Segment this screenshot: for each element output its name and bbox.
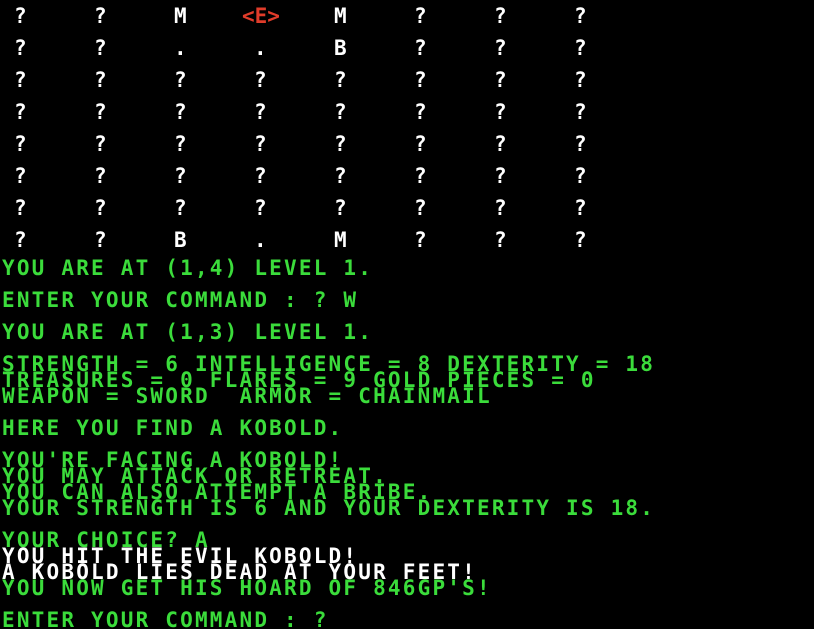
map-cell: ? [414, 196, 427, 220]
player-position-cell: <E> [242, 4, 280, 28]
map-cell: ? [334, 68, 347, 92]
map-cell: B [174, 228, 187, 252]
position-line: YOU ARE AT (1,3) LEVEL 1. [2, 320, 374, 344]
map-cell: ? [94, 228, 107, 252]
map-cell: ? [94, 196, 107, 220]
encounter-message: YOUR STRENGTH IS 6 AND YOUR DEXTERITY IS… [2, 496, 656, 520]
map-cell: ? [334, 100, 347, 124]
map-cell: ? [254, 68, 267, 92]
map-cell: ? [94, 4, 107, 28]
map-cell: ? [414, 132, 427, 156]
map-cell: ? [254, 164, 267, 188]
encounter-message: HERE YOU FIND A KOBOLD. [2, 416, 344, 440]
position-line: YOU ARE AT (1,4) LEVEL 1. [2, 256, 374, 280]
map-cell: ? [494, 36, 507, 60]
map-cell: ? [254, 132, 267, 156]
map-cell: ? [254, 100, 267, 124]
map-cell: ? [174, 100, 187, 124]
map-cell: ? [574, 36, 587, 60]
map-cell: M [174, 4, 187, 28]
map-cell: . [254, 36, 267, 60]
map-cell: ? [94, 100, 107, 124]
map-cell: ? [94, 68, 107, 92]
map-cell: ? [414, 4, 427, 28]
map-cell: ? [574, 196, 587, 220]
map-cell: ? [334, 132, 347, 156]
map-cell: ? [494, 132, 507, 156]
map-cell: ? [334, 196, 347, 220]
map-cell: ? [174, 132, 187, 156]
command-input[interactable]: ENTER YOUR COMMAND : ? [2, 610, 329, 629]
map-cell: ? [174, 68, 187, 92]
map-cell: ? [494, 196, 507, 220]
map-cell: ? [574, 4, 587, 28]
map-cell: ? [494, 4, 507, 28]
map-cell: M [334, 4, 347, 28]
map-cell: ? [334, 164, 347, 188]
map-cell: ? [14, 100, 27, 124]
map-cell: ? [414, 100, 427, 124]
map-cell: ? [414, 36, 427, 60]
dungeon-map: ?? M <E> M?????.. B?????????????????????????… [0, 0, 640, 256]
map-cell: ? [414, 228, 427, 252]
command-prompt: ENTER YOUR COMMAND : ? W [2, 288, 359, 312]
map-cell: ? [414, 68, 427, 92]
map-cell: ? [574, 164, 587, 188]
map-cell: . [254, 228, 267, 252]
game-screen: ?? M <E> M?????.. B?????????????????????????… [0, 0, 814, 629]
map-cell: B [334, 36, 347, 60]
equipment-line: WEAPON = SWORD ARMOR = CHAINMAIL [2, 384, 492, 408]
reward-message: YOU NOW GET HIS HOARD OF 846GP'S! [2, 576, 492, 600]
map-cell: ? [574, 100, 587, 124]
map-cell: ? [494, 68, 507, 92]
map-cell: ? [174, 164, 187, 188]
map-cell: ? [174, 196, 187, 220]
map-cell: ? [14, 68, 27, 92]
map-cell: ? [494, 164, 507, 188]
map-cell: ? [574, 228, 587, 252]
map-cell: ? [94, 132, 107, 156]
map-cell: ? [14, 36, 27, 60]
map-cell: ? [14, 228, 27, 252]
map-cell: ? [94, 36, 107, 60]
map-cell: ? [254, 196, 267, 220]
map-cell: . [174, 36, 187, 60]
map-cell: ? [494, 228, 507, 252]
map-cell: ? [414, 164, 427, 188]
map-cell: ? [94, 164, 107, 188]
map-cell: ? [574, 132, 587, 156]
map-cell: ? [14, 4, 27, 28]
map-cell: ? [574, 68, 587, 92]
map-cell: ? [14, 132, 27, 156]
map-cell: ? [14, 164, 27, 188]
map-cell: ? [494, 100, 507, 124]
map-cell: ? [14, 196, 27, 220]
map-cell: M [334, 228, 347, 252]
